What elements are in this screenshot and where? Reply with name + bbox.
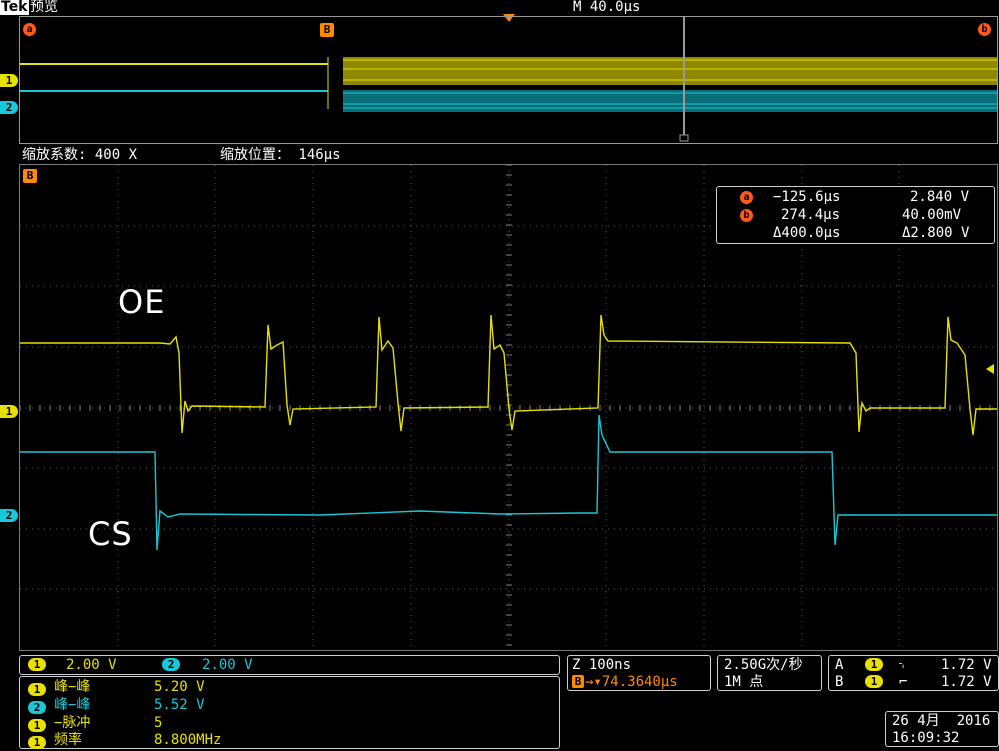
zoom-factor-label: 缩放系数: 400 X — [22, 147, 138, 163]
zoom-position-label: 缩放位置： 146μs — [220, 147, 341, 163]
zoom-scale: Z 100ns — [572, 657, 632, 673]
measurements-panel[interactable]: 1 峰−峰 5.20 V 2 峰−峰 5.52 V 1 −脉冲 5 1 频率 8… — [19, 676, 560, 749]
measurement-name: 频率 — [54, 732, 82, 748]
measurement-chip: 2 — [28, 701, 46, 714]
trigger-b-level: 1.72 V — [941, 674, 992, 690]
time-label: 16:09:32 — [892, 730, 960, 746]
datetime-panel: 26 4月 2016 16:09:32 — [885, 711, 999, 747]
cursor-readout-panel: a −125.6μs 2.840 V b 274.4μs 40.00mV Δ40… — [716, 186, 995, 244]
measurement-chip: 1 — [28, 683, 46, 696]
mode-label: 预览 — [30, 0, 58, 15]
overview-window[interactable]: a b B — [19, 16, 998, 144]
trigger-level-icon[interactable] — [986, 364, 994, 374]
cursor-a-value: 2.840 V — [910, 189, 970, 205]
ch1-scale: 2.00 V — [66, 657, 117, 673]
record-length: 1M 点 — [724, 674, 764, 690]
cursor-a-time: −125.6μs — [773, 189, 841, 205]
brand-label: Tek — [0, 0, 29, 15]
cursor-b-readout-icon: b — [740, 209, 753, 222]
trigger-a-chip: 1 — [865, 658, 883, 671]
measurement-name: 峰−峰 — [54, 697, 91, 713]
acquisition-panel[interactable]: 2.50G次/秒 1M 点 — [717, 655, 822, 691]
trigger-b-chip: 1 — [865, 675, 883, 688]
zoom-delay: →▾74.3640μs — [585, 674, 678, 690]
sample-rate: 2.50G次/秒 — [724, 657, 803, 673]
measurement-chip: 1 — [28, 719, 46, 732]
main-graticule[interactable]: B OE CS a −125.6μs 2.840 V b 274.4μs 40.… — [19, 164, 998, 651]
measurement-row: 1 频率 8.800MHz — [28, 732, 221, 751]
cursor-b-value: 40.00mV — [902, 207, 962, 223]
oe-trace-label: OE — [118, 283, 166, 321]
measurement-name: −脉冲 — [54, 715, 91, 731]
cursor-delta-value: Δ2.800 V — [902, 225, 970, 241]
measurement-value: 5 — [154, 715, 163, 731]
cursor-a-readout-icon: a — [740, 191, 753, 204]
cursor-delta-time: Δ400.0μs — [773, 225, 841, 241]
trigger-a-level: 1.72 V — [941, 657, 992, 673]
cursor-a-icon[interactable]: a — [23, 23, 36, 36]
ch2-scale-chip: 2 — [162, 658, 180, 671]
zoom-b-marker-icon[interactable]: B — [320, 23, 334, 37]
ch2-scale: 2.00 V — [202, 657, 253, 673]
overview-ch2-marker[interactable]: 2 — [0, 101, 18, 114]
measurement-row: 1 峰−峰 5.20 V — [28, 679, 205, 698]
timebase-label: M 40.0μs — [573, 0, 641, 15]
measurement-name: 峰−峰 — [54, 679, 91, 695]
overview-traces — [20, 17, 997, 142]
ch1-ground-marker[interactable]: 1 — [0, 405, 18, 418]
measurement-row: 2 峰−峰 5.52 V — [28, 697, 205, 716]
zoom-delay-b-icon: B — [572, 675, 584, 688]
horizontal-zoom-panel[interactable]: Z 100ns B →▾74.3640μs — [567, 655, 711, 691]
channel-scale-panel[interactable]: 1 2.00 V 2 2.00 V — [19, 655, 560, 675]
trigger-b-label: B — [835, 674, 844, 690]
main-zoom-b-marker-icon[interactable]: B — [23, 169, 37, 183]
cursor-b-time: 274.4μs — [781, 207, 841, 223]
measurement-value: 8.800MHz — [154, 732, 222, 748]
cursor-b-icon[interactable]: b — [978, 23, 991, 36]
trigger-b-slope-icon: ⌐ — [899, 674, 908, 690]
measurement-value: 5.20 V — [154, 679, 205, 695]
date-label: 26 4月 2016 — [892, 713, 991, 729]
trigger-a-slope-icon: ⌍ — [899, 657, 908, 673]
measurement-chip: 1 — [28, 736, 46, 749]
overview-ch1-marker[interactable]: 1 — [0, 74, 18, 87]
trigger-a-label: A — [835, 657, 844, 673]
ch2-ground-marker[interactable]: 2 — [0, 509, 18, 522]
cs-trace-label: CS — [88, 515, 133, 553]
ch1-scale-chip: 1 — [28, 658, 46, 671]
measurement-value: 5.52 V — [154, 697, 205, 713]
trigger-panel[interactable]: A 1 ⌍ 1.72 V B 1 ⌐ 1.72 V — [828, 655, 999, 691]
